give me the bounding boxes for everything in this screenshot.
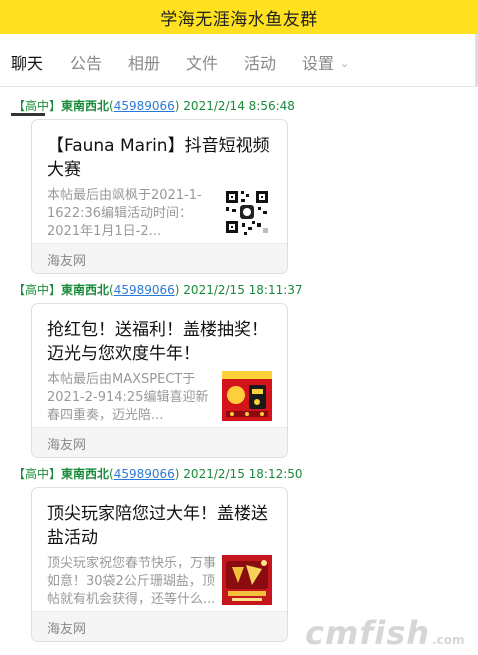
card-description: 本帖最后由飒枫于2021-1-1622:36编辑活动时间：2021年1月1日-2… (47, 188, 202, 239)
author-qq-link[interactable]: 45989066 (114, 99, 175, 113)
card-source-footer: 海友网 (32, 611, 287, 641)
author-name[interactable]: 東南西北 (61, 99, 109, 113)
card-source: 海友网 (47, 254, 87, 269)
tab-settings-label: 设置 (302, 54, 335, 73)
card-title: 【Fauna Marin】抖音短视频大赛 (47, 136, 270, 180)
post-time: 2021/2/15 18:12:50 (183, 467, 303, 481)
post-time: 2021/2/15 18:11:37 (183, 283, 303, 297)
author-name[interactable]: 東南西北 (61, 283, 109, 297)
tab-album[interactable]: 相册 (128, 34, 160, 86)
author-name[interactable]: 東南西北 (61, 467, 109, 481)
watermark-suffix: .com (432, 633, 465, 647)
tab-chat[interactable]: 聊天 (11, 34, 43, 86)
post-header: 【高中】東南西北(45989066) 2021/2/15 18:12:50 (13, 467, 303, 481)
card-source: 海友网 (47, 438, 87, 453)
member-tag: 【高中】 (13, 467, 62, 481)
author-qq-link[interactable]: 45989066 (114, 283, 175, 297)
red-envelope-thumbnail (222, 371, 272, 421)
shared-link-card[interactable]: 顶尖玩家陪您过大年！盖楼送盐活动 顶尖玩家祝您春节快乐，万事如意！30袋2公斤珊… (31, 487, 288, 642)
tab-activities[interactable]: 活动 (244, 34, 276, 86)
card-source-footer: 海友网 (32, 427, 287, 457)
post-header: 【高中】東南西北(45989066) 2021/2/14 8:56:48 (13, 99, 295, 113)
watermark-text: cmfish (305, 614, 431, 652)
qr-code-thumbnail (222, 187, 272, 237)
app-title: 学海无涯海水鱼友群 (160, 9, 318, 30)
site-watermark: cmfish .com (305, 614, 465, 652)
post-time: 2021/2/14 8:56:48 (183, 99, 295, 113)
shared-link-card[interactable]: 【Fauna Marin】抖音短视频大赛 本帖最后由飒枫于2021-1-1622… (31, 119, 288, 274)
member-tag: 【高中】 (13, 283, 62, 297)
member-tag: 【高中】 (13, 99, 62, 113)
tab-settings[interactable]: 设置 ⌄ (302, 34, 349, 86)
card-source-footer: 海友网 (32, 243, 287, 273)
card-title: 抢红包！送福利！盖楼抽奖！迈光与您欢度牛年！ (47, 320, 268, 364)
chevron-down-icon: ⌄ (340, 57, 350, 70)
new-year-poster-thumbnail (222, 555, 272, 605)
tab-files[interactable]: 文件 (186, 34, 218, 86)
tab-bar: 聊天 公告 相册 文件 活动 设置 ⌄ (0, 34, 478, 116)
card-description: 顶尖玩家祝您春节快乐，万事如意！30袋2公斤珊瑚盐，顶帖就有机会获得，还等什么.… (47, 556, 217, 607)
card-source: 海友网 (47, 622, 87, 637)
tab-announcements[interactable]: 公告 (70, 34, 102, 86)
card-description: 本帖最后由MAXSPECT于2021-2-914:25编辑喜迎新春四重奏，迈光陪… (47, 372, 209, 423)
card-title: 顶尖玩家陪您过大年！盖楼送盐活动 (47, 504, 268, 548)
title-bar: 学海无涯海水鱼友群 (0, 0, 478, 34)
author-qq-link[interactable]: 45989066 (114, 467, 175, 481)
post-header: 【高中】東南西北(45989066) 2021/2/15 18:11:37 (13, 283, 303, 297)
shared-link-card[interactable]: 抢红包！送福利！盖楼抽奖！迈光与您欢度牛年！ 本帖最后由MAXSPECT于202… (31, 303, 288, 458)
